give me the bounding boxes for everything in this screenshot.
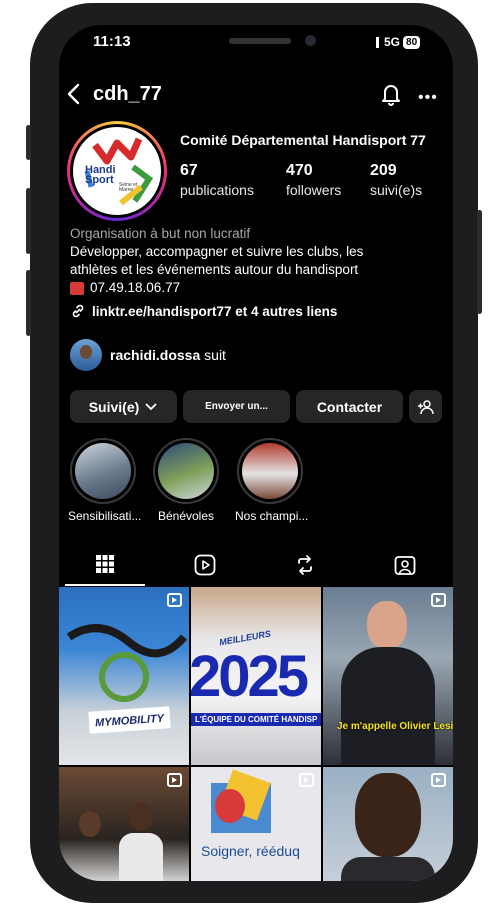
message-button[interactable]: Envoyer un... (183, 390, 290, 423)
highlight-image (158, 443, 214, 499)
highlight-image (75, 443, 131, 499)
mute-switch (26, 125, 31, 160)
profile-tabs (59, 544, 453, 586)
bio-category: Organisation à but non lucratif (70, 226, 251, 241)
highlight-benevoles[interactable]: Bénévoles (151, 438, 221, 523)
post-caption: L'ÉQUIPE DU COMITÉ HANDISP (191, 713, 321, 726)
stat-followers[interactable]: 470 followers (286, 162, 341, 198)
post-caption: Je m'appelle Olivier Lesire (337, 721, 453, 732)
speaker (229, 38, 291, 44)
stat-value: 67 (180, 162, 198, 179)
bell-icon[interactable] (379, 81, 403, 112)
signal-icon (376, 36, 379, 48)
stat-value: 470 (286, 162, 313, 179)
notch (147, 25, 367, 61)
profile-avatar[interactable]: Handi Sport Seine et Marne (67, 121, 167, 221)
person-face (367, 601, 407, 649)
reels-icon (299, 773, 314, 787)
highlight-image (242, 443, 298, 499)
grid-icon (96, 555, 114, 573)
post-tile[interactable] (59, 767, 189, 881)
stat-following[interactable]: 209 suivi(e)s (370, 162, 422, 198)
display-name: Comité Départemental Handisport 77 (180, 132, 426, 148)
post-caption: MYMOBILITY (94, 712, 165, 730)
tab-reposts[interactable] (265, 544, 345, 586)
post-tile[interactable]: MEILLEURS 2025 L'ÉQUIPE DU COMITÉ HANDIS… (191, 587, 321, 765)
logo-subtext: Seine et Marne (119, 182, 138, 193)
network-type: 5G (384, 35, 401, 49)
highlight-label: Nos champi... (235, 509, 309, 523)
tab-tagged[interactable] (365, 544, 445, 586)
contact-label: Contacter (316, 398, 383, 415)
bio-link[interactable]: linktr.ee/handisport77 et 4 autres liens (70, 303, 337, 319)
volume-down-button (26, 270, 31, 336)
contact-button[interactable]: Contacter (296, 390, 403, 423)
tab-grid[interactable] (65, 544, 145, 586)
reposts-icon (298, 555, 312, 575)
stat-publications[interactable]: 67 publications (180, 162, 254, 198)
bio-line: Développer, accompagner et suivre les cl… (70, 244, 364, 259)
bio: Organisation à but non lucratif Développ… (70, 225, 442, 297)
stat-value: 209 (370, 162, 397, 179)
logo-text: Handi Sport (85, 164, 116, 186)
following-button[interactable]: Suivi(e) (70, 390, 177, 423)
add-user-icon (417, 399, 434, 414)
person-face (355, 773, 421, 857)
post-caption: Soigner, rééduq (201, 843, 300, 859)
person-body (341, 647, 435, 765)
chevron-down-icon (145, 402, 157, 410)
link-text: linktr.ee/handisport77 et 4 autres liens (92, 303, 338, 319)
highlight-sensibilisation[interactable]: Sensibilisati... (68, 438, 142, 523)
post-tile[interactable]: Soigner, rééduq (191, 767, 321, 881)
stat-label: followers (286, 182, 342, 198)
bio-phone: 07.49.18.06.77 (70, 279, 442, 297)
status-time: 11:13 (93, 33, 131, 50)
post-tile[interactable]: MYMOBILITY (59, 587, 189, 765)
follows-label: suit (204, 347, 226, 363)
stat-label: publications (180, 182, 254, 198)
highlight-label: Bénévoles (157, 509, 215, 523)
posts-grid: MYMOBILITY MEILLEURS 2025 L'ÉQUIPE DU CO… (59, 587, 453, 881)
post-tile[interactable] (323, 767, 453, 881)
back-icon[interactable] (63, 81, 87, 112)
highlight-champions[interactable]: Nos champi... (235, 438, 309, 523)
add-user-button[interactable] (409, 390, 442, 423)
status-network: 5G 80 (376, 35, 421, 49)
link-icon (72, 304, 84, 318)
reels-icon (431, 593, 446, 607)
reels-icon (194, 554, 216, 576)
post-tile[interactable]: Je m'appelle Olivier Lesire (323, 587, 453, 765)
tab-reels[interactable] (165, 544, 245, 586)
message-label: Envoyer un... (205, 401, 268, 412)
reels-icon (167, 593, 182, 607)
profile-header: cdh_77 ••• (59, 81, 453, 111)
header-username: cdh_77 (93, 83, 162, 105)
telephone-icon (70, 281, 84, 295)
stat-label: suivi(e)s (370, 182, 423, 198)
followed-by[interactable]: rachidi.dossa suit (70, 339, 226, 371)
screen: 11:13 5G 80 cdh_77 ••• Handi Sport Seine… (59, 25, 453, 881)
post-year: 2025 (191, 644, 309, 709)
volume-up-button (26, 188, 31, 254)
follower-username: rachidi.dossa (110, 347, 201, 363)
more-options-icon[interactable]: ••• (418, 89, 438, 107)
tagged-icon (394, 556, 416, 575)
battery-icon: 80 (403, 35, 421, 49)
power-button (477, 210, 482, 314)
reels-icon (167, 773, 182, 787)
action-buttons: Suivi(e) Envoyer un... Contacter (70, 390, 442, 423)
phone-number: 07.49.18.06.77 (90, 280, 181, 295)
bio-line: athlètes et les événements autour du han… (70, 262, 359, 277)
front-camera (305, 35, 316, 46)
following-label: Suivi(e) (88, 398, 140, 415)
highlight-label: Sensibilisati... (68, 509, 142, 523)
reels-icon (431, 773, 446, 787)
follower-avatar (70, 339, 102, 371)
story-highlights: Sensibilisati... Bénévoles Nos champi... (59, 438, 453, 528)
